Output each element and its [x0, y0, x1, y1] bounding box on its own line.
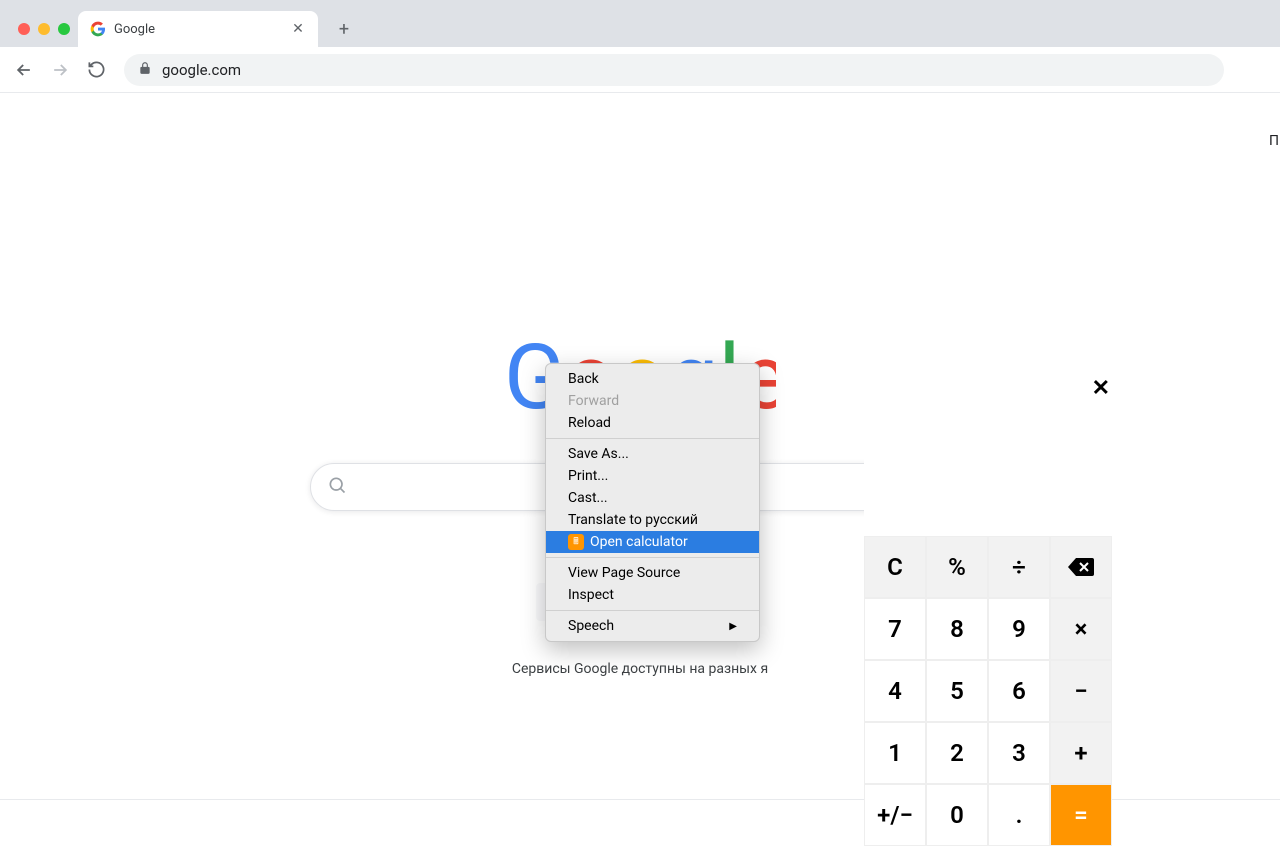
cm-cast[interactable]: Cast...: [546, 487, 759, 509]
calculator-display: ✕: [864, 372, 1112, 536]
new-tab-button[interactable]: +: [330, 15, 358, 43]
calc-zero-button[interactable]: 0: [926, 784, 988, 846]
cm-back[interactable]: Back: [546, 368, 759, 390]
lock-icon: [138, 60, 152, 79]
cm-separator: [546, 610, 759, 611]
calculator-close-button[interactable]: ✕: [1092, 376, 1110, 401]
calc-nine-button[interactable]: 9: [988, 598, 1050, 660]
calc-divide-button[interactable]: ÷: [988, 536, 1050, 598]
window-minimize-button[interactable]: [38, 23, 50, 35]
calc-multiply-button[interactable]: ×: [1050, 598, 1112, 660]
calc-eight-button[interactable]: 8: [926, 598, 988, 660]
toolbar: google.com: [0, 47, 1280, 93]
cm-speech[interactable]: Speech: [546, 615, 759, 637]
calc-five-button[interactable]: 5: [926, 660, 988, 722]
back-button[interactable]: [8, 54, 40, 86]
window-maximize-button[interactable]: [58, 23, 70, 35]
cm-view-source[interactable]: View Page Source: [546, 562, 759, 584]
calc-minus-button[interactable]: −: [1050, 660, 1112, 722]
google-favicon: [90, 21, 106, 37]
calc-seven-button[interactable]: 7: [864, 598, 926, 660]
calc-three-button[interactable]: 3: [988, 722, 1050, 784]
cm-open-calculator-label: Open calculator: [590, 534, 688, 550]
cm-save-as[interactable]: Save As...: [546, 443, 759, 465]
calc-clear-button[interactable]: C: [864, 536, 926, 598]
reload-button[interactable]: [80, 54, 112, 86]
search-icon: [327, 475, 347, 499]
url-bar[interactable]: google.com: [124, 54, 1224, 86]
services-text: Сервисы Google доступны на разных я: [512, 661, 768, 677]
calc-percent-button[interactable]: %: [926, 536, 988, 598]
context-menu: Back Forward Reload Save As... Print... …: [545, 363, 760, 642]
calculator-panel: ✕ C % ÷ 7 8 9 × 4 5 6 − 1 2 3 + +/− 0 . …: [864, 372, 1112, 846]
calc-sign-button[interactable]: +/−: [864, 784, 926, 846]
calc-plus-button[interactable]: +: [1050, 722, 1112, 784]
cm-open-calculator[interactable]: 🖩 Open calculator: [546, 531, 759, 553]
calc-equals-button[interactable]: =: [1050, 784, 1112, 846]
top-right-text: П: [1269, 133, 1279, 149]
browser-chrome: Google ✕ + google.com: [0, 0, 1280, 93]
calc-dot-button[interactable]: .: [988, 784, 1050, 846]
window-close-button[interactable]: [18, 23, 30, 35]
cm-forward[interactable]: Forward: [546, 390, 759, 412]
backspace-icon: [1067, 556, 1095, 578]
url-text: google.com: [162, 61, 241, 79]
calc-four-button[interactable]: 4: [864, 660, 926, 722]
cm-separator: [546, 557, 759, 558]
cm-translate[interactable]: Translate to русский: [546, 509, 759, 531]
forward-button[interactable]: [44, 54, 76, 86]
tab-bar: Google ✕ +: [0, 0, 1280, 47]
cm-reload[interactable]: Reload: [546, 412, 759, 434]
cm-print[interactable]: Print...: [546, 465, 759, 487]
calc-backspace-button[interactable]: [1050, 536, 1112, 598]
calc-one-button[interactable]: 1: [864, 722, 926, 784]
cm-inspect[interactable]: Inspect: [546, 584, 759, 606]
browser-tab[interactable]: Google ✕: [78, 11, 318, 47]
tab-close-button[interactable]: ✕: [290, 21, 306, 37]
cm-separator: [546, 438, 759, 439]
window-controls: [10, 23, 78, 47]
tab-title: Google: [114, 22, 282, 37]
calculator-icon: 🖩: [568, 534, 584, 550]
calc-two-button[interactable]: 2: [926, 722, 988, 784]
page-content: П Google Поиск в Google Мне Сервисы Goog…: [0, 93, 1280, 800]
calc-six-button[interactable]: 6: [988, 660, 1050, 722]
